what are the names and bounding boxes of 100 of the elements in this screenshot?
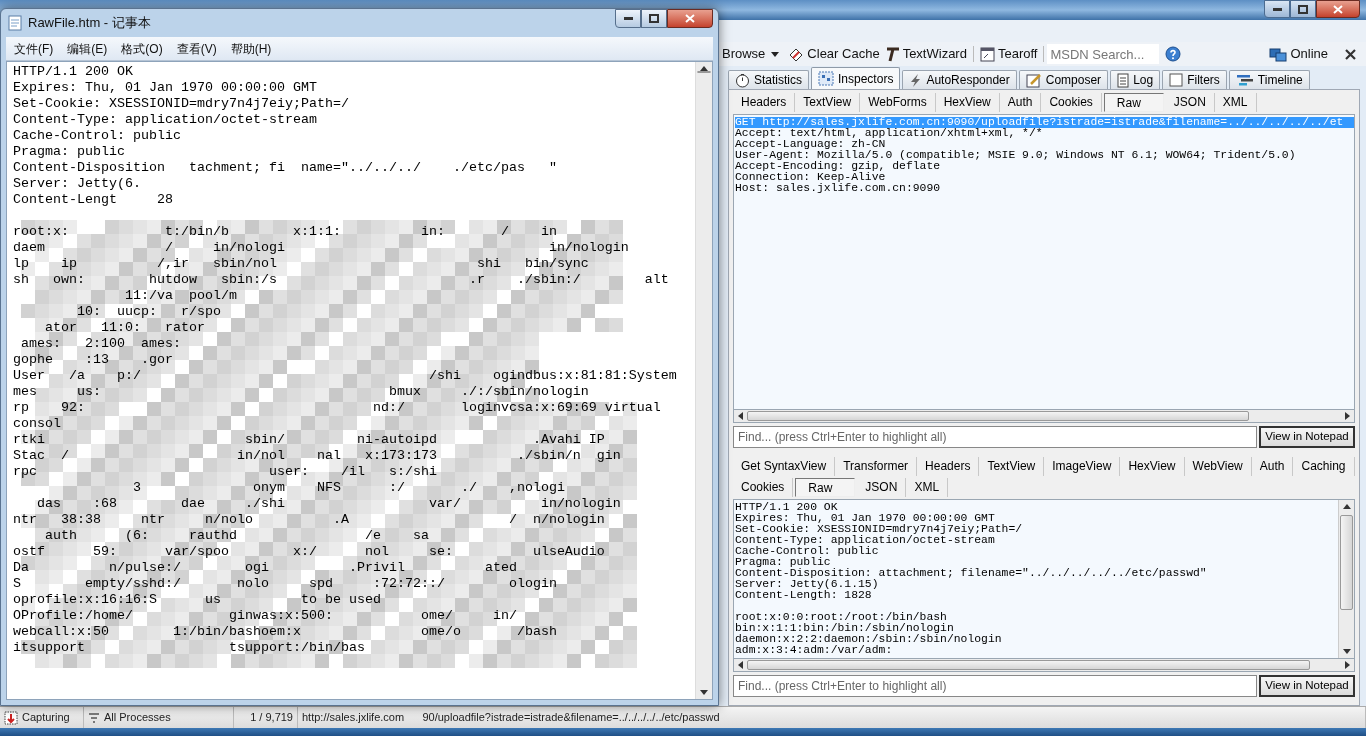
left-arrow-icon[interactable]	[738, 412, 743, 420]
find-field[interactable]: Find... (press Ctrl+Enter to highlight all)	[733, 426, 1257, 448]
online-button[interactable]: Online	[1266, 44, 1331, 64]
tab[interactable]: Log	[1110, 70, 1161, 89]
search-field[interactable]: MSDN Search...	[1047, 44, 1160, 64]
code-line: HTTP/1.1 200 OK	[735, 502, 839, 513]
tab[interactable]: Caching	[1293, 456, 1355, 476]
toolbar-button[interactable]: TextWizard	[882, 44, 970, 64]
maximize-button[interactable]	[641, 9, 667, 28]
tab[interactable]: Raw	[795, 477, 856, 497]
tab[interactable]: Statistics	[728, 70, 809, 89]
right-arrow-icon[interactable]	[1345, 661, 1350, 669]
tab[interactable]: Auth	[999, 92, 1042, 112]
maximize-icon	[1298, 4, 1308, 14]
horizontal-scrollbar[interactable]	[733, 659, 1355, 672]
text-line: oprofile:x:16:16:S us to be used	[13, 592, 381, 608]
text-line: 3 onym NFS :/ ./ ,nologi	[131, 480, 565, 496]
horizontal-scrollbar[interactable]	[733, 410, 1355, 423]
text-line: Expires: Thu, 01 Jan 1970 00:00:00 GMT	[13, 80, 317, 96]
text-line: ntr 38:38 ntr n/nolo .A / n/nologin	[13, 512, 605, 528]
tab[interactable]: Raw	[1103, 92, 1164, 112]
view-in-notepad-button[interactable]: View in Notepad	[1259, 675, 1355, 697]
left-arrow-icon[interactable]	[738, 661, 743, 669]
capture-icon	[4, 710, 18, 725]
window-title: RawFile.htm - 记事本	[28, 14, 151, 33]
text-line: sh own: hutdow sbin:/s .r ./sbin:/ alt	[13, 272, 669, 288]
tab[interactable]: Composer	[1018, 70, 1109, 89]
text-line: User /a p:/ /shi ogindbus:x:81:81:System	[13, 368, 677, 384]
tab[interactable]: JSON	[1165, 92, 1215, 112]
text-line: Content-Lengt 28	[13, 192, 173, 208]
down-arrow-icon[interactable]	[700, 690, 708, 695]
tab[interactable]: ImageView	[1044, 456, 1121, 476]
close-icon	[1333, 4, 1343, 14]
close-button[interactable]	[667, 9, 713, 28]
text-line: consol	[13, 416, 61, 432]
menu-item[interactable]: 帮助(H)	[224, 38, 278, 59]
text-line: Server: Jetty(6.	[13, 176, 141, 192]
toolbar-button[interactable]: Clear Cache	[785, 44, 883, 64]
tab[interactable]: Get SyntaxView	[733, 456, 836, 476]
tab[interactable]: TextView	[795, 92, 861, 112]
minimize-button[interactable]	[615, 9, 641, 28]
document-icon	[1117, 72, 1130, 88]
tab[interactable]: HexView	[1120, 456, 1185, 476]
menu-item[interactable]: 查看(V)	[170, 38, 223, 59]
tab[interactable]: HexView	[935, 92, 1000, 112]
code-line: Accept-Language: zh-CN	[735, 139, 887, 150]
tab[interactable]: Headers	[917, 456, 980, 476]
down-arrow-icon[interactable]	[1342, 649, 1351, 654]
vertical-scrollbar[interactable]	[1338, 500, 1354, 658]
text-line: ator 11:0: rator	[44, 320, 205, 336]
tab[interactable]: Cookies	[1041, 92, 1102, 112]
text-line: root:x: t:/bin/b x:1:1: in: / in	[13, 224, 557, 240]
toolbar-button[interactable]: Tearoff	[976, 44, 1041, 64]
menu-item[interactable]: 编辑(E)	[61, 38, 114, 59]
text-line: gophe :13 .gor	[13, 352, 173, 368]
tab[interactable]: XML	[906, 477, 949, 497]
tab[interactable]: Transformer	[835, 456, 918, 476]
close-button[interactable]	[1316, 0, 1360, 18]
menu-item[interactable]: 文件(F)	[8, 38, 60, 59]
close-icon[interactable]	[1345, 48, 1356, 60]
tab[interactable]: AutoResponder	[902, 70, 1017, 89]
code-line: Host: sales.jxlife.com.cn:9090	[735, 183, 942, 194]
maximize-button[interactable]	[1290, 0, 1316, 18]
tab[interactable]: Filters	[1162, 70, 1227, 89]
view-in-notepad-button[interactable]: View in Notepad	[1259, 426, 1355, 448]
tab[interactable]: JSON	[857, 477, 907, 497]
tab[interactable]: Cookies	[733, 477, 794, 497]
text-line: Set-Cookie: XSESSIONID=mdry7n4j7eiy;Path=/	[13, 96, 349, 112]
tab[interactable]: WebView	[1184, 456, 1252, 476]
up-arrow-icon[interactable]	[700, 66, 708, 71]
tab[interactable]: XML	[1214, 92, 1257, 112]
tab[interactable]: Timeline	[1228, 70, 1310, 89]
text-line: 10: uucp: r/spo	[76, 304, 221, 320]
menu-item[interactable]: 格式(O)	[115, 38, 169, 59]
window-icon	[979, 46, 995, 62]
tab[interactable]: Headers	[733, 92, 796, 112]
text-line: 11:/va pool/m	[123, 288, 237, 304]
code-line: daemon:x:2:2:daemon:/sbin:/sbin/nologin	[735, 634, 1003, 645]
text-line: Da n/pulse:/ ogi .Privil ated	[13, 560, 517, 576]
browse-dropdown[interactable]: Browse	[722, 44, 786, 64]
status-text: All Processes	[104, 710, 171, 726]
code-line: adm:x:3:4:adm:/var/adm:	[735, 645, 894, 656]
tab[interactable]: TextView	[979, 456, 1045, 476]
tab[interactable]: Inspectors	[811, 67, 901, 89]
find-field[interactable]: Find... (press Ctrl+Enter to highlight all)	[733, 675, 1257, 697]
status-text: Capturing	[22, 710, 70, 726]
text-line: rp 92: nd:/ loginvcsa:x:69:69 virtual	[13, 400, 661, 416]
text-line: Content-Type: application/octet-stream	[13, 112, 317, 128]
vertical-scrollbar[interactable]	[695, 62, 712, 699]
help-icon[interactable]	[1165, 46, 1182, 62]
stopwatch-icon	[735, 72, 750, 88]
tab[interactable]: Auth	[1251, 456, 1294, 476]
tab[interactable]: WebForms	[860, 92, 936, 112]
letter-t-icon	[885, 46, 900, 62]
minimize-button[interactable]	[1264, 0, 1290, 18]
pencil-icon	[1025, 72, 1042, 88]
text-line: rtki sbin/ ni-autoipd .Avahi IP	[13, 432, 605, 448]
notepad-icon	[8, 15, 22, 31]
right-arrow-icon[interactable]	[1345, 412, 1350, 420]
up-arrow-icon[interactable]	[1342, 504, 1351, 509]
